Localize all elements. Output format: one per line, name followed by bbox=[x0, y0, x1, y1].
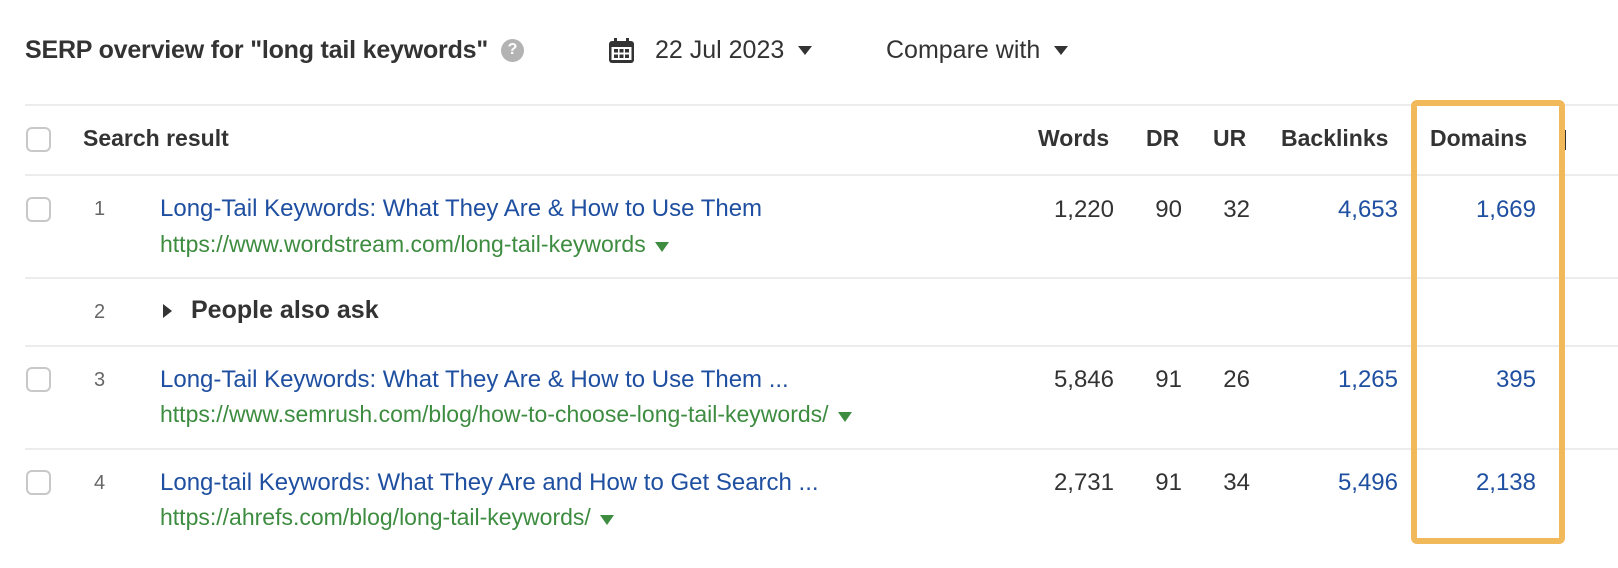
calendar-icon bbox=[609, 37, 634, 63]
cell-ur: 34 bbox=[1223, 469, 1250, 496]
cell-words: 2,731 bbox=[1053, 469, 1114, 496]
chevron-down-icon[interactable] bbox=[599, 514, 614, 525]
page-title: SERP overview for "long tail keywords" bbox=[25, 35, 489, 64]
chevron-right-icon bbox=[163, 303, 172, 318]
row-position: 2 bbox=[94, 301, 106, 323]
column-header-words[interactable]: Words bbox=[1038, 125, 1109, 152]
row-position: 1 bbox=[94, 198, 106, 220]
table-divider bbox=[25, 174, 1618, 176]
row-checkbox[interactable] bbox=[26, 367, 51, 392]
people-also-ask-toggle[interactable]: People also ask bbox=[163, 296, 379, 325]
cell-dr: 90 bbox=[1155, 196, 1182, 223]
cell-ur: 26 bbox=[1223, 366, 1250, 393]
row-checkbox[interactable] bbox=[26, 197, 51, 222]
cell-domains[interactable]: 395 bbox=[1496, 366, 1536, 394]
result-url[interactable]: https://www.semrush.com/blog/how-to-choo… bbox=[160, 401, 852, 428]
result-url-text[interactable]: https://www.wordstream.com/long-tail-key… bbox=[160, 231, 646, 258]
column-header-search-result[interactable]: Search result bbox=[83, 125, 229, 152]
cell-backlinks[interactable]: 1,265 bbox=[1338, 366, 1398, 394]
cell-backlinks[interactable]: 4,653 bbox=[1338, 196, 1398, 224]
row-position: 4 bbox=[94, 472, 106, 494]
compare-with-dropdown[interactable]: Compare with bbox=[886, 30, 1069, 70]
chevron-down-icon[interactable] bbox=[837, 411, 852, 422]
cell-words: 5,846 bbox=[1053, 366, 1114, 393]
people-also-ask-label: People also ask bbox=[191, 296, 379, 324]
column-header-truncated bbox=[1562, 130, 1566, 150]
column-header-ur[interactable]: UR bbox=[1213, 125, 1246, 152]
select-all-checkbox[interactable] bbox=[26, 127, 51, 152]
compare-with-label: Compare with bbox=[886, 35, 1041, 64]
result-url-text[interactable]: https://www.semrush.com/blog/how-to-choo… bbox=[160, 401, 829, 428]
table-divider bbox=[25, 104, 1618, 106]
result-url[interactable]: https://ahrefs.com/blog/long-tail-keywor… bbox=[160, 504, 614, 531]
result-url-text[interactable]: https://ahrefs.com/blog/long-tail-keywor… bbox=[160, 504, 591, 531]
result-title-link[interactable]: Long-Tail Keywords: What They Are & How … bbox=[160, 195, 762, 223]
table-divider bbox=[25, 277, 1618, 279]
cell-backlinks[interactable]: 5,496 bbox=[1338, 469, 1398, 497]
table-divider bbox=[25, 448, 1618, 450]
date-picker[interactable]: 22 Jul 2023 bbox=[608, 30, 813, 70]
result-url[interactable]: https://www.wordstream.com/long-tail-key… bbox=[160, 231, 669, 258]
row-checkbox[interactable] bbox=[26, 470, 51, 495]
row-position: 3 bbox=[94, 369, 106, 391]
help-icon[interactable]: ? bbox=[501, 38, 525, 62]
chevron-down-icon[interactable] bbox=[654, 241, 669, 252]
cell-domains[interactable]: 2,138 bbox=[1476, 469, 1536, 497]
date-value: 22 Jul 2023 bbox=[655, 35, 785, 64]
cell-dr: 91 bbox=[1155, 469, 1182, 496]
table-divider bbox=[25, 345, 1618, 347]
result-title-link[interactable]: Long-tail Keywords: What They Are and Ho… bbox=[160, 469, 819, 497]
column-header-backlinks[interactable]: Backlinks bbox=[1281, 125, 1388, 152]
cell-ur: 32 bbox=[1223, 196, 1250, 223]
column-header-domains[interactable]: Domains bbox=[1430, 125, 1527, 152]
result-title-link[interactable]: Long-Tail Keywords: What They Are & How … bbox=[160, 366, 789, 394]
column-header-dr[interactable]: DR bbox=[1146, 125, 1179, 152]
chevron-down-icon bbox=[798, 45, 813, 55]
cell-domains[interactable]: 1,669 bbox=[1476, 196, 1536, 224]
serp-header: SERP overview for "long tail keywords" ? bbox=[25, 30, 525, 70]
chevron-down-icon bbox=[1054, 45, 1069, 55]
cell-dr: 91 bbox=[1155, 366, 1182, 393]
cell-words: 1,220 bbox=[1053, 196, 1114, 223]
